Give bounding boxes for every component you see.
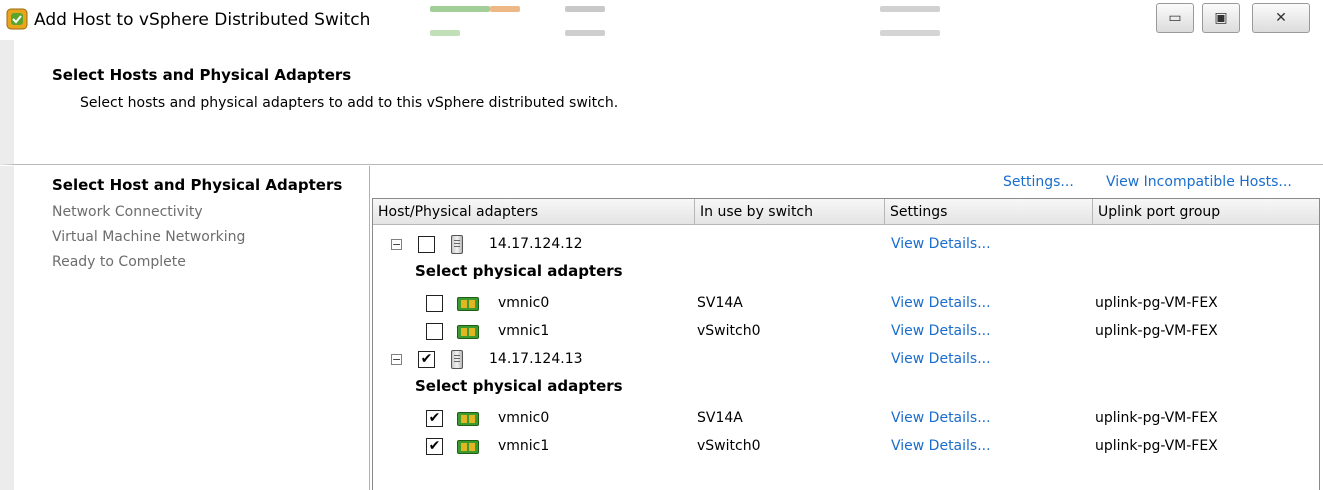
step-network-connectivity[interactable]: Network Connectivity	[52, 204, 203, 220]
server-icon	[451, 350, 463, 369]
step-select-host[interactable]: Select Host and Physical Adapters	[52, 176, 342, 194]
page-subtitle: Select hosts and physical adapters to ad…	[80, 95, 619, 111]
server-icon	[451, 235, 463, 254]
column-header-host[interactable]: Host/Physical adapters	[373, 199, 695, 225]
section-label: Select physical adapters	[415, 262, 623, 280]
settings-link[interactable]: Settings...	[1003, 174, 1074, 190]
window-controls: ▭ ▣ ✕	[1156, 3, 1316, 33]
background-artifact	[565, 30, 605, 36]
host-name: 14.17.124.13	[489, 351, 583, 367]
column-header-in-use[interactable]: In use by switch	[695, 199, 885, 225]
maximize-icon: ▣	[1214, 10, 1228, 26]
adapter-name: vmnic1	[498, 438, 550, 454]
step-ready-to-complete[interactable]: Ready to Complete	[52, 254, 186, 270]
maximize-button[interactable]: ▣	[1202, 3, 1240, 33]
background-artifact	[430, 6, 490, 12]
vsphere-app-icon	[6, 8, 28, 30]
view-details-link[interactable]: View Details...	[891, 323, 991, 339]
adapter-name: vmnic0	[498, 295, 550, 311]
view-details-link[interactable]: View Details...	[891, 438, 991, 454]
view-details-link[interactable]: View Details...	[891, 410, 991, 426]
collapse-icon[interactable]: −	[391, 239, 402, 250]
nic-icon	[457, 440, 479, 454]
background-artifact	[880, 30, 940, 36]
section-label: Select physical adapters	[415, 377, 623, 395]
view-details-link[interactable]: View Details...	[891, 236, 991, 252]
background-artifact	[880, 6, 940, 12]
collapse-icon[interactable]: −	[391, 354, 402, 365]
nic-icon	[457, 412, 479, 426]
minimize-icon: ▭	[1168, 10, 1182, 26]
background-artifact	[490, 6, 520, 12]
in-use-switch: SV14A	[697, 410, 743, 426]
title-bar: Add Host to vSphere Distributed Switch ▭…	[0, 0, 1323, 41]
view-incompatible-hosts-link[interactable]: View Incompatible Hosts...	[1106, 174, 1292, 190]
minimize-button[interactable]: ▭	[1156, 3, 1194, 33]
uplink-port-group[interactable]: uplink-pg-VM-FEX	[1095, 323, 1218, 339]
page-title: Select Hosts and Physical Adapters	[52, 66, 352, 84]
nic-icon	[457, 325, 479, 339]
background-artifact	[430, 30, 460, 36]
view-details-link[interactable]: View Details...	[891, 295, 991, 311]
adapter-checkbox[interactable]	[426, 295, 443, 312]
adapter-checkbox[interactable]: ✔	[426, 438, 443, 455]
host-name: 14.17.124.12	[489, 236, 583, 252]
adapter-name: vmnic1	[498, 323, 550, 339]
adapter-name: vmnic0	[498, 410, 550, 426]
background-artifact	[565, 6, 605, 12]
in-use-switch: vSwitch0	[697, 323, 761, 339]
adapter-checkbox[interactable]	[426, 323, 443, 340]
in-use-switch: vSwitch0	[697, 438, 761, 454]
column-header-uplink[interactable]: Uplink port group	[1093, 199, 1319, 225]
close-button[interactable]: ✕	[1252, 3, 1310, 33]
view-details-link[interactable]: View Details...	[891, 351, 991, 367]
host-checkbox[interactable]: ✔	[418, 351, 435, 368]
step-vm-networking[interactable]: Virtual Machine Networking	[52, 229, 245, 245]
uplink-port-group[interactable]: uplink-pg-VM-FEX	[1095, 295, 1218, 311]
uplink-port-group[interactable]: uplink-pg-VM-FEX	[1095, 410, 1218, 426]
wizard-steps: Select Host and Physical Adapters Networ…	[0, 166, 370, 490]
nic-icon	[457, 297, 479, 311]
column-header-settings[interactable]: Settings	[885, 199, 1093, 225]
window-title: Add Host to vSphere Distributed Switch	[34, 10, 371, 30]
close-icon: ✕	[1275, 10, 1287, 26]
wizard-header: Select Hosts and Physical Adapters Selec…	[0, 40, 1323, 165]
host-checkbox[interactable]	[418, 236, 435, 253]
hosts-adapters-table: Host/Physical adapters In use by switch …	[372, 198, 1320, 490]
uplink-port-group[interactable]: uplink-pg-VM-FEX	[1095, 438, 1218, 454]
in-use-switch: SV14A	[697, 295, 743, 311]
adapter-checkbox[interactable]: ✔	[426, 410, 443, 427]
